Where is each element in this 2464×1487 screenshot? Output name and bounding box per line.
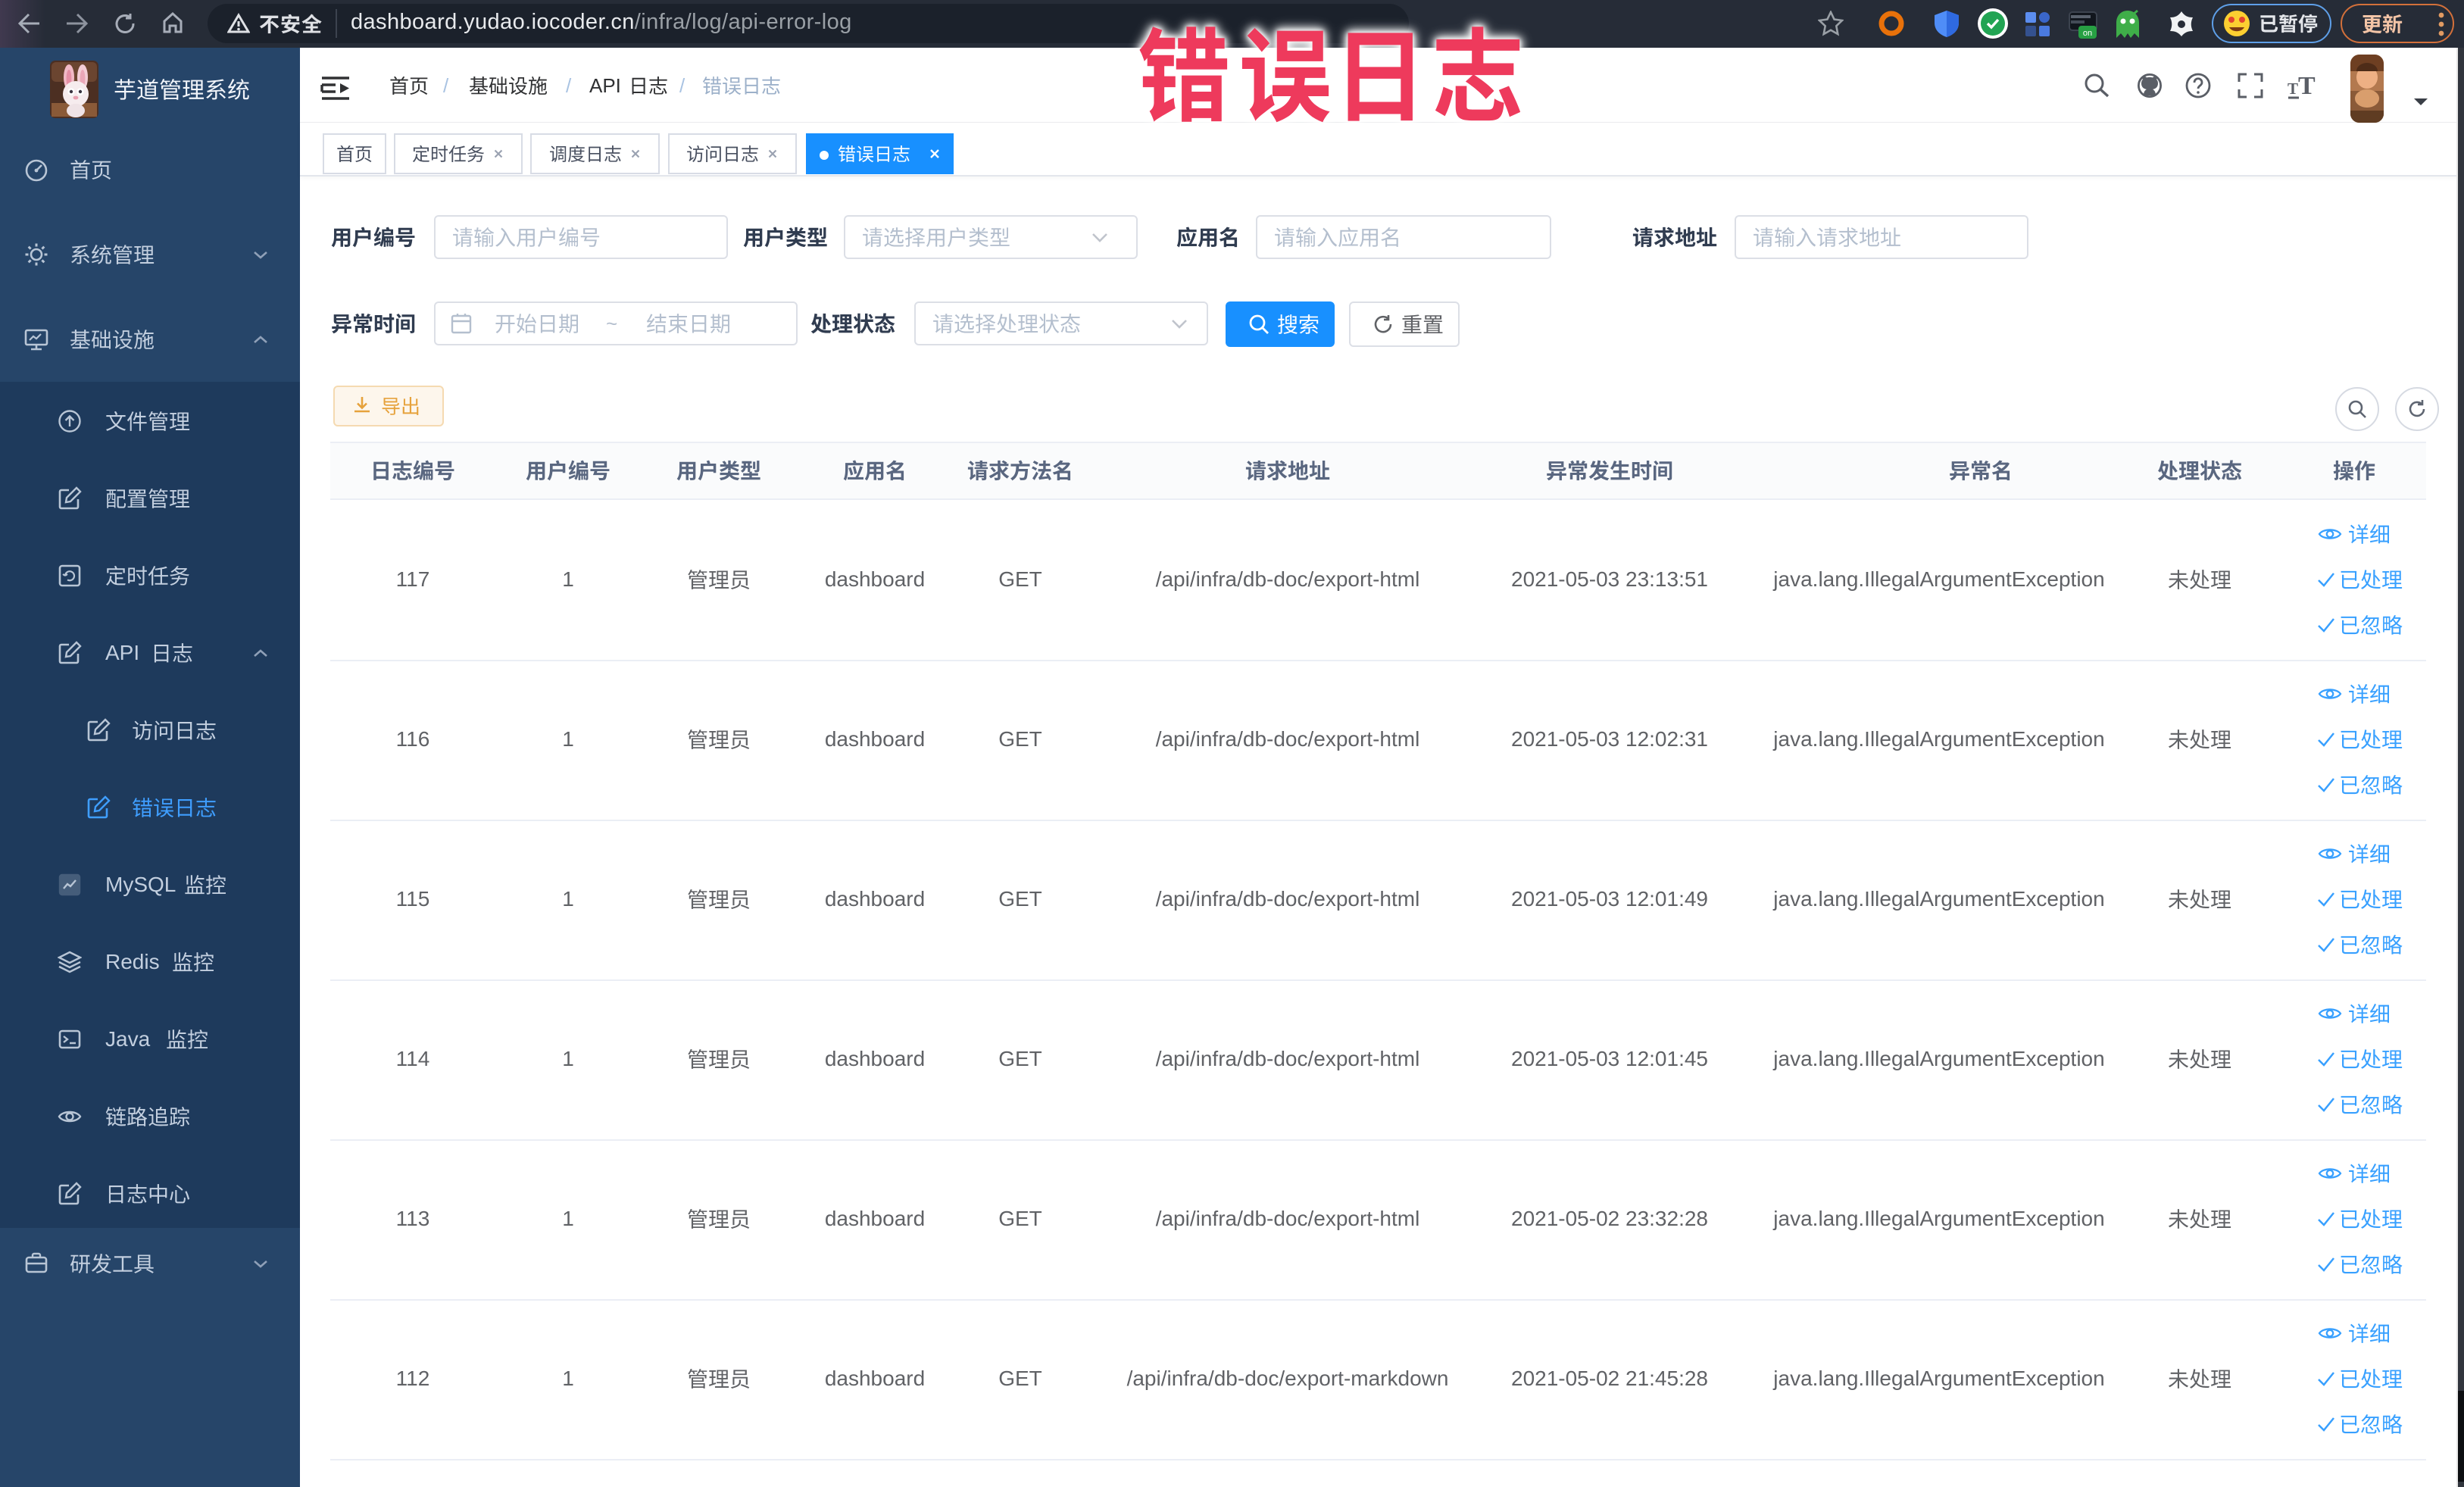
svg-text:T: T — [2298, 73, 2316, 99]
svg-text:on: on — [2083, 29, 2092, 38]
svg-text:T: T — [2288, 80, 2298, 98]
